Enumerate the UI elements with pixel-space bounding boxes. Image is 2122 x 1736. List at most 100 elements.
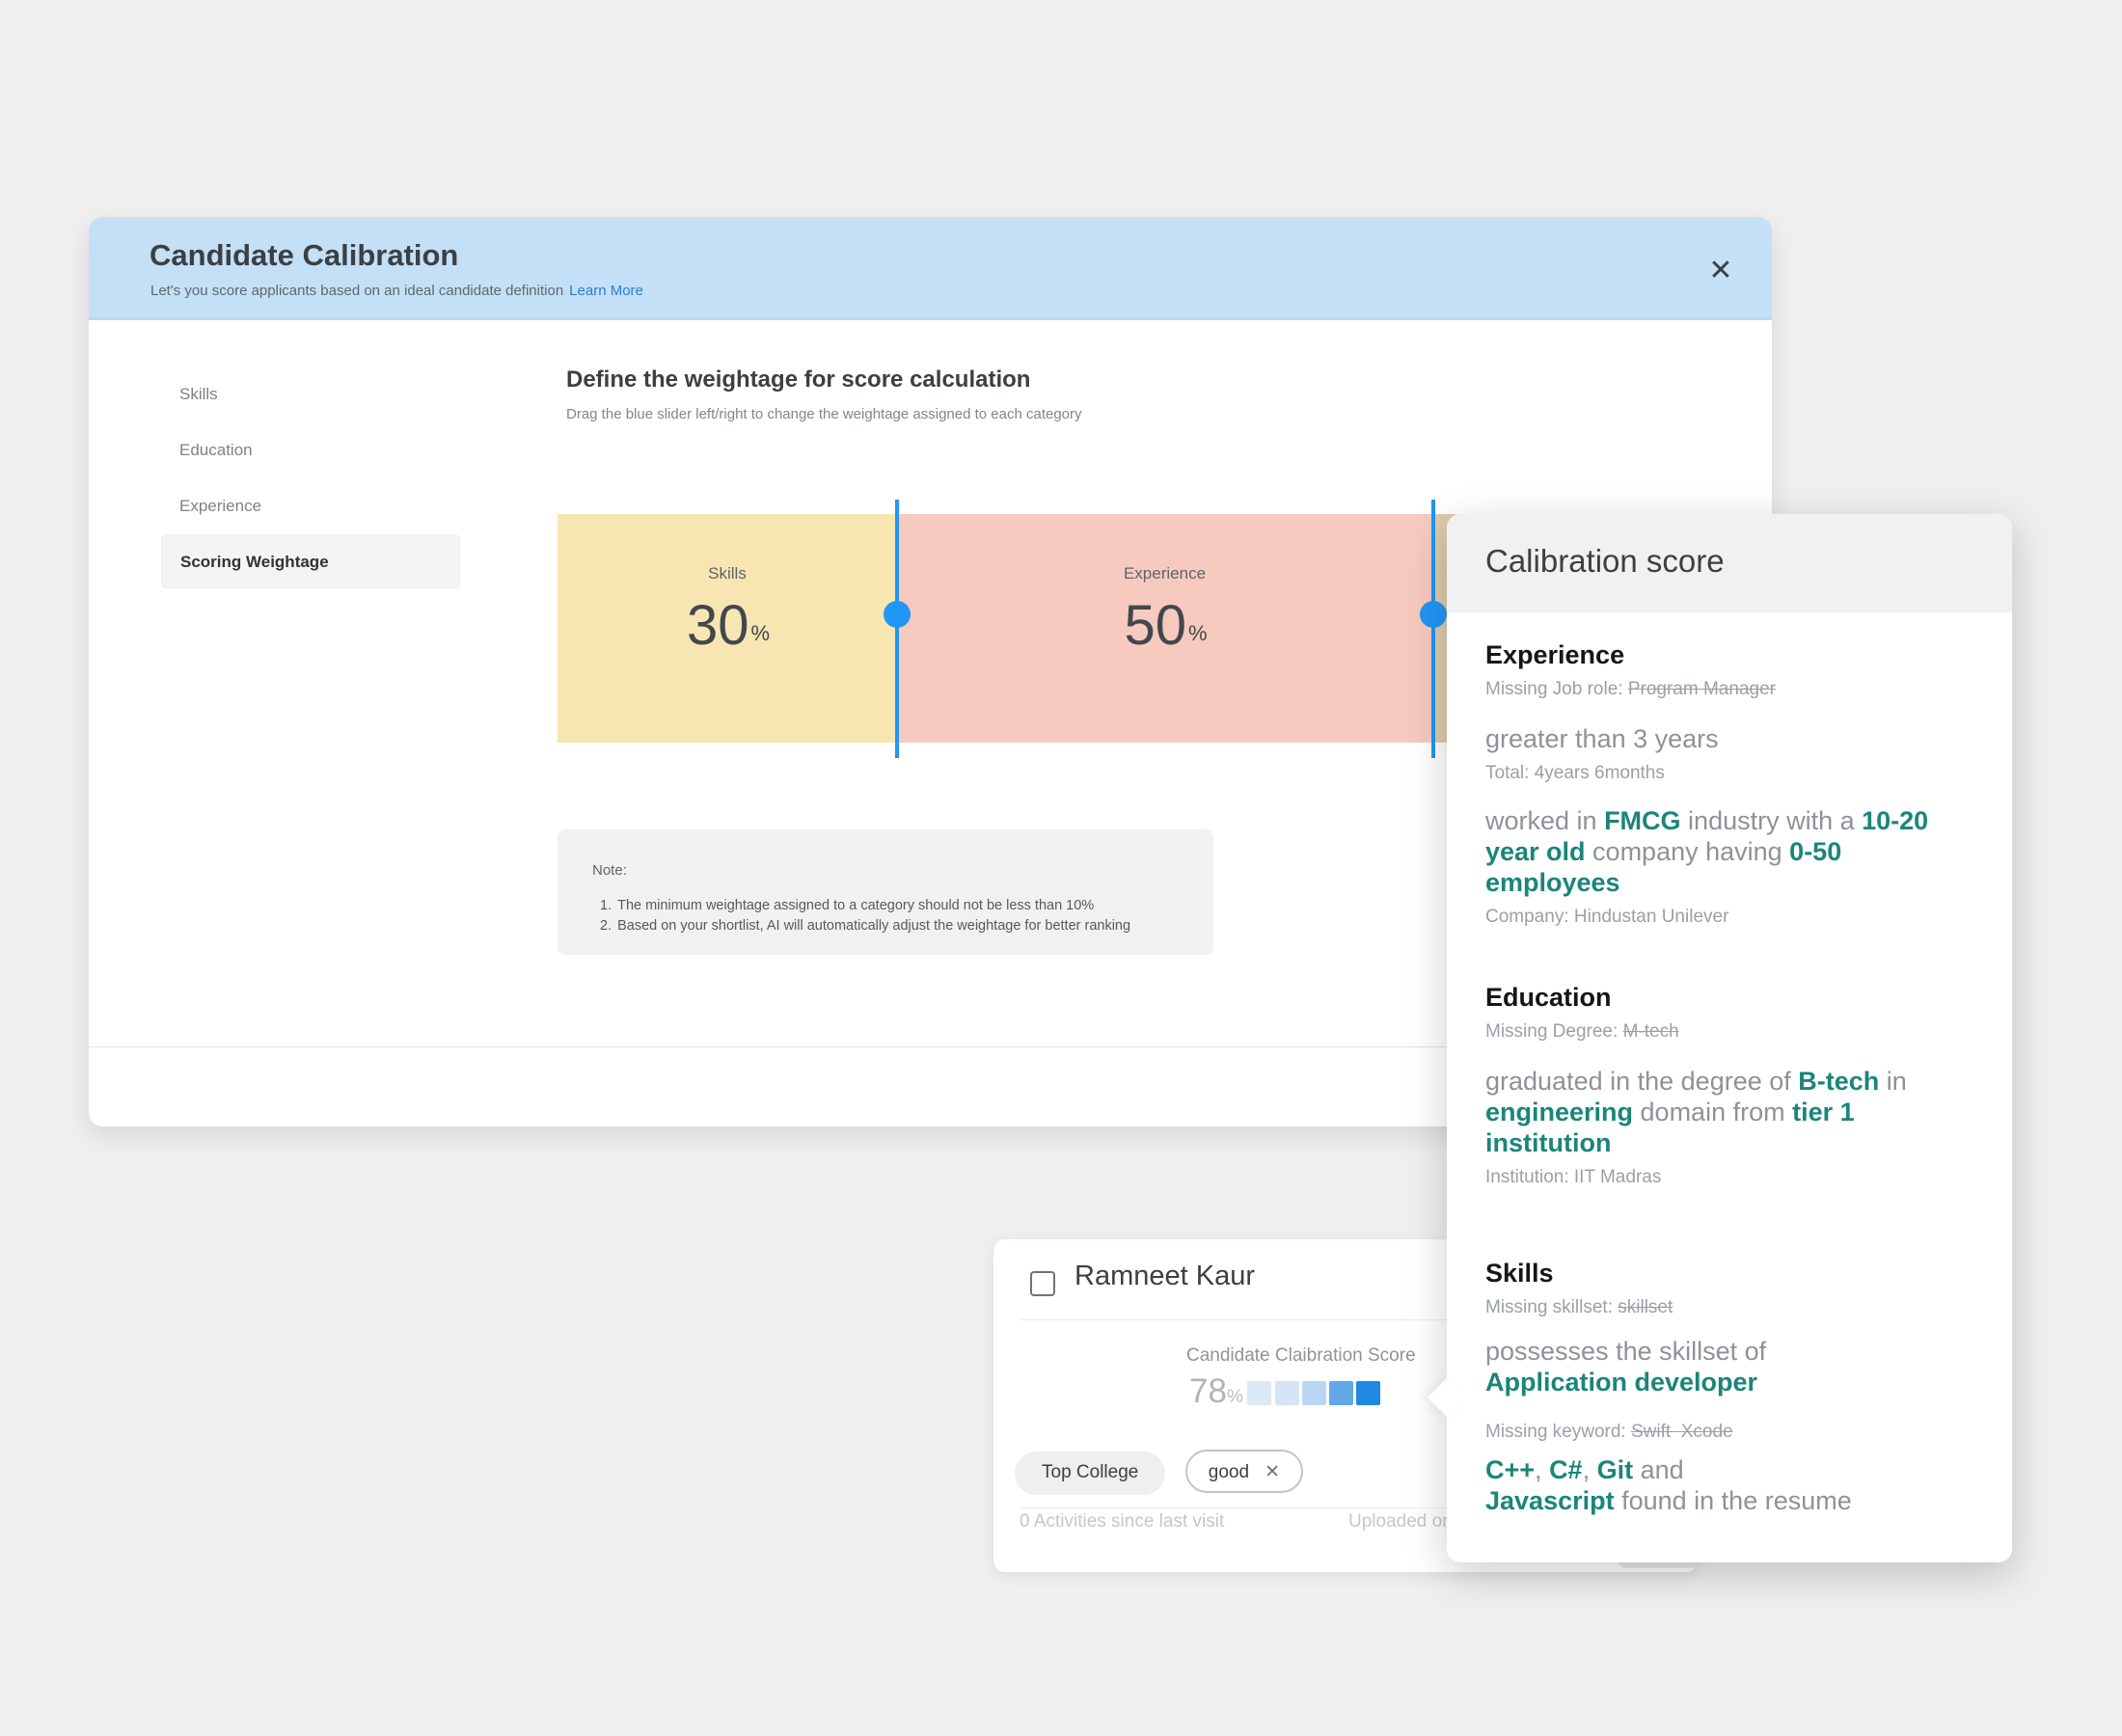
exp-highlight-age-1: 10-20 [1862, 806, 1928, 835]
education-section-heading: Education [1485, 982, 1973, 1013]
exp-highlight-age-2: year old [1485, 837, 1586, 866]
skills-highlight-cpp: C++ [1485, 1455, 1535, 1484]
edu-text-1: graduated in the degree of [1485, 1067, 1798, 1096]
app-background: Candidate Calibration Let's you score ap… [0, 0, 2122, 1736]
tag-good-label: good [1209, 1462, 1249, 1482]
skills-highlight-javascript: Javascript [1485, 1486, 1615, 1515]
note-item-2-text: Based on your shortlist, AI will automat… [617, 918, 1130, 934]
popover-header: Calibration score [1447, 514, 2012, 612]
slider-divider-2[interactable] [1431, 500, 1435, 758]
experience-detail: worked in FMCG industry with a 10-20 year… [1485, 805, 1973, 898]
segment-experience-label: Experience [897, 564, 1432, 583]
score-square-4 [1329, 1381, 1353, 1405]
slider-handle-2[interactable] [1420, 601, 1447, 628]
skills-text-found: found in the resume [1615, 1486, 1852, 1515]
modal-subtitle-text: Let's you score applicants based on an i… [150, 283, 563, 299]
experience-section-heading: Experience [1485, 639, 1973, 670]
candidate-score-percent-sign: % [1227, 1387, 1243, 1407]
note-item-1-text: The minimum weightage assigned to a cate… [617, 898, 1094, 913]
exp-highlight-fmcg: FMCG [1604, 806, 1680, 835]
experience-total: Total: 4years 6months [1485, 762, 1973, 784]
segment-experience: Experience 50% [897, 514, 1432, 743]
close-icon[interactable]: ✕ [1701, 252, 1740, 290]
calibration-score-popover: Calibration score Experience Missing Job… [1447, 514, 2012, 1562]
skills-missing-line: Missing skillset: skillset [1485, 1296, 1973, 1318]
edu-highlight-btech: B-tech [1798, 1067, 1879, 1096]
missing-job-role-label: Missing Job role: [1485, 679, 1628, 699]
modal-subtitle: Let's you score applicants based on an i… [150, 283, 643, 299]
education-institution: Institution: IIT Madras [1485, 1166, 1973, 1188]
segment-experience-value: 50% [897, 593, 1432, 658]
score-square-1 [1247, 1381, 1271, 1405]
candidate-score-number: 78 [1189, 1372, 1227, 1410]
missing-degree-value: M-tech [1623, 1021, 1679, 1042]
note-item-2-number: 2. [600, 916, 612, 936]
score-square-2 [1275, 1381, 1299, 1405]
exp-text-2: industry with a [1681, 806, 1863, 835]
segment-experience-number: 50 [1124, 594, 1186, 657]
exp-highlight-size-2: employees [1485, 868, 1620, 897]
segment-skills-percent-sign: % [750, 621, 770, 645]
score-square-3 [1302, 1381, 1326, 1405]
note-item-2: 2. Based on your shortlist, AI will autom… [592, 916, 1184, 936]
note-title: Note: [592, 862, 1184, 879]
segment-experience-percent-sign: % [1188, 621, 1208, 645]
missing-keyword-label: Missing keyword: [1485, 1422, 1631, 1442]
remove-tag-icon[interactable]: ✕ [1265, 1451, 1280, 1493]
skills-section-heading: Skills [1485, 1258, 1973, 1288]
uploaded-text: Uploaded on [1348, 1511, 1453, 1533]
exp-text-1: worked in [1485, 806, 1604, 835]
education-detail: graduated in the degree of B-tech inengi… [1485, 1066, 1973, 1158]
weightage-heading: Define the weightage for score calculati… [566, 366, 1030, 393]
tag-top-college: Top College [1015, 1451, 1165, 1495]
skills-highlight-role: Application developer [1485, 1368, 1757, 1397]
skills-detail-2: C++, C#, Git andJavascript found in the … [1485, 1454, 1973, 1516]
missing-keyword-value: Swift Xcode [1631, 1422, 1733, 1442]
slider-handle-1[interactable] [884, 601, 911, 628]
note-item-1-number: 1. [600, 896, 612, 916]
skills-missing-keyword-line: Missing keyword: Swift Xcode [1485, 1421, 1973, 1443]
education-missing-line: Missing Degree: M-tech [1485, 1020, 1973, 1043]
skills-detail-1: possesses the skillset ofApplication dev… [1485, 1336, 1973, 1397]
missing-job-role-value: Program Manager [1628, 679, 1776, 699]
modal-title: Candidate Calibration [150, 238, 458, 273]
missing-skillset-label: Missing skillset: [1485, 1297, 1618, 1317]
skills-highlight-git: Git [1597, 1455, 1634, 1484]
note-box: Note: 1. The minimum weightage assigned t… [558, 829, 1213, 955]
sidebar-item-scoring-weightage[interactable]: Scoring Weightage [161, 534, 460, 588]
candidate-score-value: 78% [1189, 1372, 1243, 1411]
edu-highlight-tier: tier 1 [1792, 1098, 1855, 1126]
modal-sidebar: Skills Education Experience Scoring Weig… [89, 366, 494, 588]
sidebar-item-experience[interactable]: Experience [89, 478, 494, 534]
experience-company: Company: Hindustan Unilever [1485, 906, 1973, 928]
modal-header: Candidate Calibration Let's you score ap… [89, 217, 1772, 320]
popover-body: Experience Missing Job role: Program Man… [1447, 612, 2012, 1562]
experience-missing-line: Missing Job role: Program Manager [1485, 678, 1973, 700]
sidebar-item-skills[interactable]: Skills [89, 366, 494, 422]
exp-highlight-size-1: 0-50 [1789, 837, 1841, 866]
segment-skills-label: Skills [558, 564, 897, 583]
sidebar-item-education[interactable]: Education [89, 422, 494, 478]
weightage-subheading: Drag the blue slider left/right to chang… [566, 406, 1082, 422]
tag-top-college-label: Top College [1042, 1462, 1138, 1482]
candidate-name: Ramneet Kaur [1075, 1261, 1255, 1292]
skills-text-and: and [1633, 1455, 1684, 1484]
slider-divider-1[interactable] [895, 500, 899, 758]
exp-text-3: company having [1586, 837, 1790, 866]
missing-degree-label: Missing Degree: [1485, 1021, 1623, 1042]
candidate-checkbox[interactable] [1030, 1271, 1055, 1296]
candidate-score-label: Candidate Claibration Score [1186, 1345, 1416, 1367]
edu-highlight-institution: institution [1485, 1128, 1611, 1157]
skills-text-1: possesses the skillset of [1485, 1337, 1766, 1366]
tag-good: good ✕ [1185, 1450, 1303, 1493]
skills-sep-2: , [1583, 1455, 1597, 1484]
note-item-1: 1. The minimum weightage assigned to a ca… [592, 896, 1184, 916]
segment-skills: Skills 30% [558, 514, 897, 743]
learn-more-link[interactable]: Learn More [569, 283, 643, 299]
skills-sep-1: , [1535, 1455, 1549, 1484]
popover-title: Calibration score [1485, 543, 1725, 580]
experience-statement: greater than 3 years [1485, 723, 1973, 754]
activities-text: 0 Activities since last visit [1020, 1511, 1224, 1533]
segment-skills-number: 30 [687, 594, 749, 657]
edu-highlight-engineering: engineering [1485, 1098, 1633, 1126]
